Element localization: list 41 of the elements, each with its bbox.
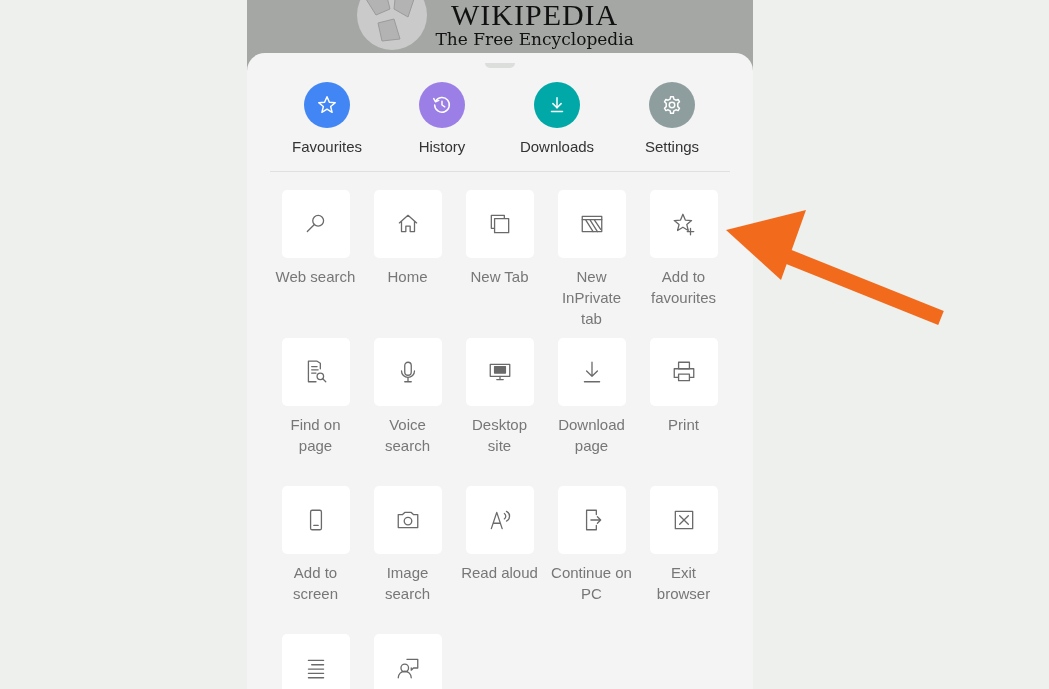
menu-tile-button[interactable] xyxy=(557,486,626,554)
menu-tile-button[interactable] xyxy=(649,486,718,554)
menu-tile-button[interactable] xyxy=(281,634,350,689)
menu-item-label: New InPrivate tab xyxy=(560,267,623,329)
menu-tile-button[interactable] xyxy=(649,338,718,406)
menu-tile-button[interactable] xyxy=(373,634,442,689)
gear-icon xyxy=(661,94,683,116)
menu-tile-button[interactable] xyxy=(465,190,534,258)
history-icon xyxy=(431,94,453,116)
menu-item-label: Voice search xyxy=(384,415,431,456)
menu-item-label: New Tab xyxy=(469,267,530,287)
menu-tile-button[interactable] xyxy=(465,338,534,406)
menu-tile-button[interactable] xyxy=(281,190,350,258)
menu-tile-button[interactable] xyxy=(373,486,442,554)
menu-item-label: Add to screen xyxy=(292,563,339,604)
menu-tile-button[interactable] xyxy=(281,338,350,406)
menu-item-label: Web search xyxy=(275,267,356,287)
star-icon xyxy=(316,94,338,116)
menu-item-label: Continue on PC xyxy=(551,563,632,604)
menu-tile-button[interactable] xyxy=(465,486,534,554)
menu-item-label: Add to favourites xyxy=(649,267,717,308)
quick-action[interactable]: History xyxy=(384,82,500,155)
menu-tile-button[interactable] xyxy=(373,190,442,258)
menu-item-label: Image search xyxy=(384,563,431,604)
quick-action[interactable]: Settings xyxy=(614,82,730,155)
menu-item-label: Download page xyxy=(557,415,626,456)
menu-item-label: Home xyxy=(386,267,429,287)
menu-tile-button[interactable] xyxy=(373,338,442,406)
menu-tile-button[interactable] xyxy=(557,338,626,406)
logo-title: WIKIPEDIA xyxy=(451,2,619,28)
quick-action[interactable]: Downloads xyxy=(499,82,615,155)
menu-item-label: Print xyxy=(667,415,700,435)
quick-action[interactable]: Favourites xyxy=(269,82,385,155)
menu-tile-button[interactable] xyxy=(649,190,718,258)
menu-tile-button[interactable] xyxy=(281,486,350,554)
menu-item-label: Read aloud xyxy=(460,563,539,583)
menu-item-label: Desktop site xyxy=(471,415,528,456)
menu-item-label: Find on page xyxy=(289,415,342,456)
menu-item-label: Exit browser xyxy=(655,563,712,604)
menu-tile-button[interactable] xyxy=(557,190,626,258)
tagline: The Free Encyclopedia xyxy=(435,28,634,50)
